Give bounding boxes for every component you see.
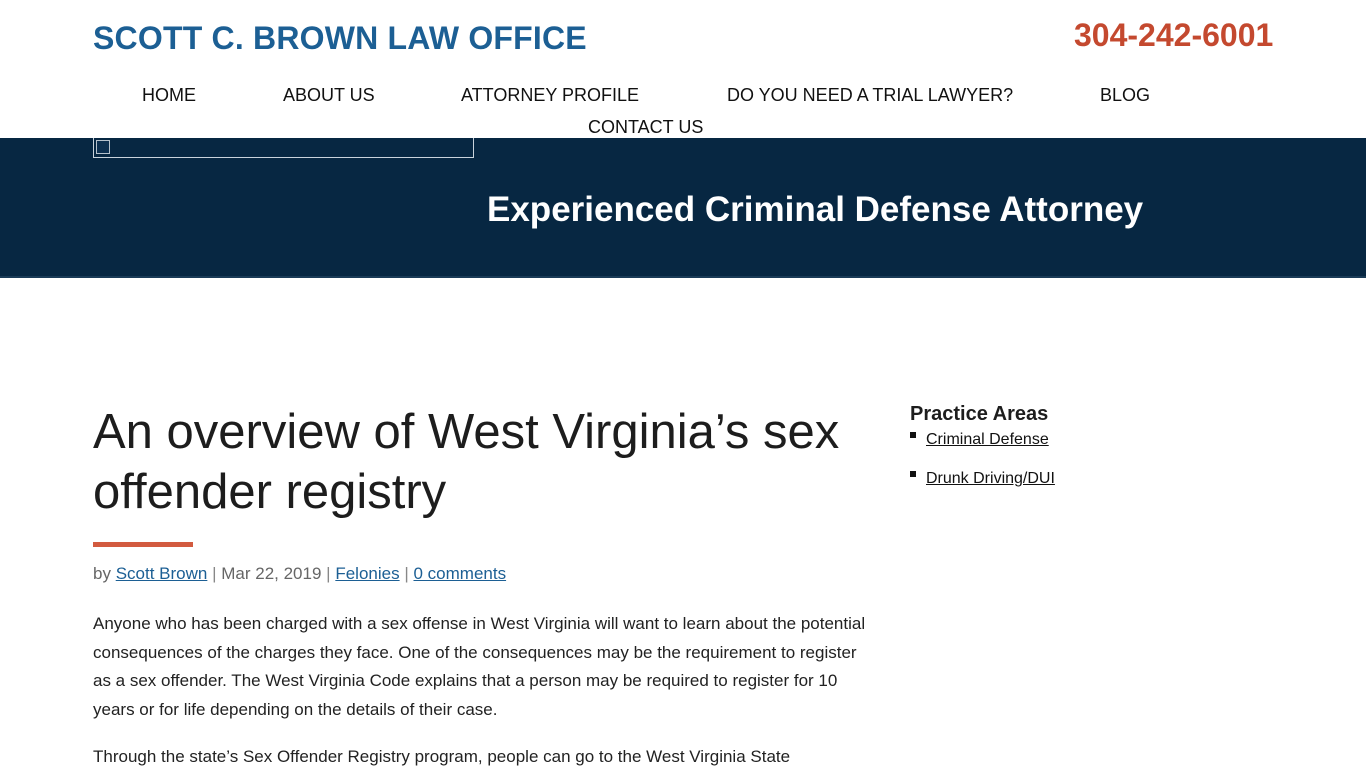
meta-separator: | [326,564,331,583]
site-header: SCOTT C. BROWN LAW OFFICE 304-242-6001 H… [0,0,1366,138]
article-paragraph: Through the state’s Sex Offender Registr… [93,747,791,766]
nav-item-home[interactable]: HOME [142,85,196,106]
sidebar-title: Practice Areas [910,403,1049,425]
nav-item-trial-lawyer[interactable]: DO YOU NEED A TRIAL LAWYER? [727,85,1013,106]
article-paragraph: Anyone who has been charged with a sex o… [93,614,866,720]
practice-area-link-criminal-defense[interactable]: Criminal Defense [926,431,1049,448]
nav-item-blog[interactable]: BLOG [1100,85,1150,106]
article-title: An overview of West Virginia’s sex offen… [93,405,840,519]
category-link[interactable]: Felonies [335,564,399,583]
hero-title: Experienced Criminal Defense Attorney [487,190,1144,229]
hero-banner: Experienced Criminal Defense Attorney [0,138,1366,278]
meta-by-label: by [93,564,111,583]
square-bullet-icon [910,471,916,477]
nav-item-about-us[interactable]: ABOUT US [283,85,375,106]
list-item: Drunk Driving/DUI [910,468,1055,507]
comments-link[interactable]: 0 comments [413,564,506,583]
post-date: Mar 22, 2019 [221,564,322,583]
author-link[interactable]: Scott Brown [116,564,208,583]
site-logo-link[interactable]: SCOTT C. BROWN LAW OFFICE [93,20,587,57]
broken-image-icon [96,140,110,154]
practice-areas-list: Criminal Defense Drunk Driving/DUI [910,429,1055,507]
nav-item-contact-us[interactable]: CONTACT US [588,117,703,138]
broken-image-placeholder [93,138,474,158]
square-bullet-icon [910,432,916,438]
post-meta: by Scott Brown | Mar 22, 2019 | Felonies… [93,564,506,584]
practice-area-link-dui[interactable]: Drunk Driving/DUI [926,470,1055,487]
phone-number-link[interactable]: 304-242-6001 [1074,17,1273,54]
nav-item-attorney-profile[interactable]: ATTORNEY PROFILE [461,85,639,106]
list-item: Criminal Defense [910,429,1055,468]
title-underline-divider [93,542,193,547]
meta-separator: | [212,564,217,583]
meta-separator: | [404,564,409,583]
